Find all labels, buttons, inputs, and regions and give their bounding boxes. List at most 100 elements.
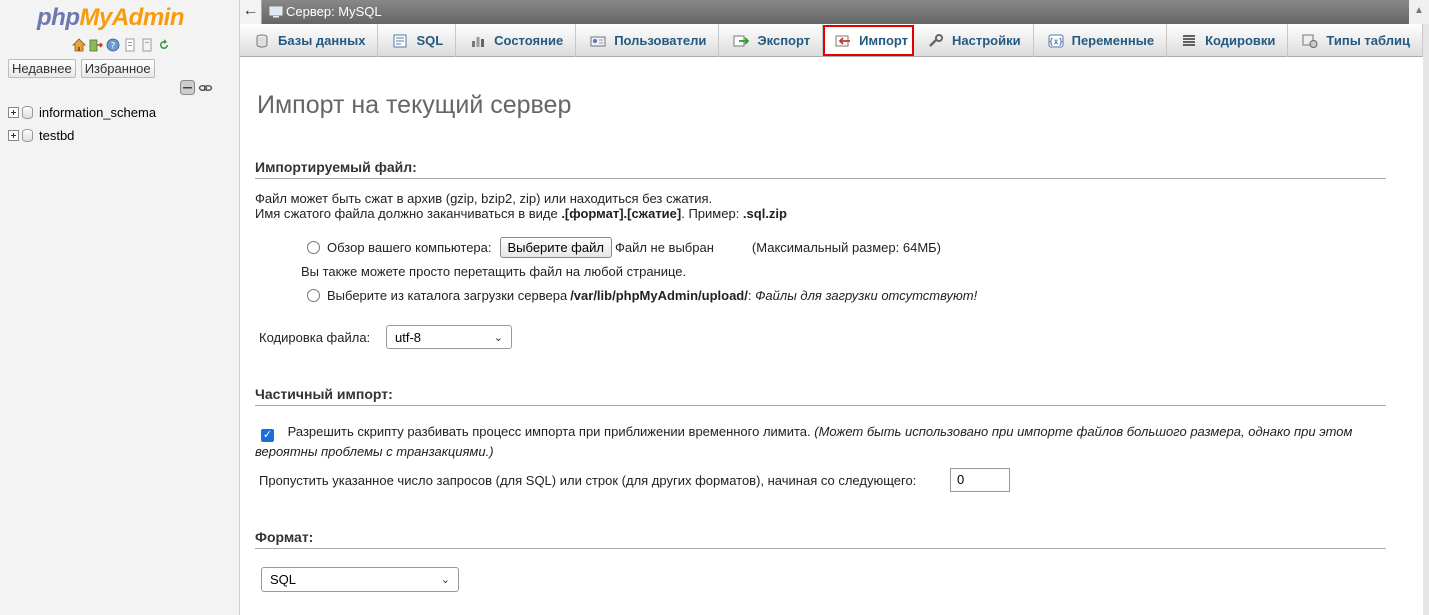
hint-format: .[формат].[сжатие] <box>561 206 682 221</box>
browse-row: Обзор вашего компьютера: Выберите файл Ф… <box>307 237 941 258</box>
allow-interrupt-hint: (Может быть использовано при импорте фай… <box>810 424 1353 439</box>
database-icon <box>254 34 270 48</box>
hint-prefix: Имя сжатого файла должно заканчиваться в… <box>255 206 562 221</box>
tab-settings[interactable]: Настройки <box>914 24 1034 57</box>
navigation-panel: phpMyAdmin ? Недавнее Избранное informat… <box>0 0 240 615</box>
partial-section-heading: Частичный импорт: <box>255 386 1386 406</box>
hint-middle: . Пример: <box>681 206 743 221</box>
skip-label: Пропустить указанное число запросов (для… <box>259 473 917 488</box>
allow-interrupt-hint-2: вероятны проблемы с транзакциями.) <box>255 444 494 459</box>
format-section-heading: Формат: <box>255 529 1386 549</box>
allow-interrupt-label: Разрешить скрипту разбивать процесс импо… <box>287 424 811 439</box>
collapse-all-icon[interactable] <box>180 80 195 98</box>
file-section-heading: Импортируемый файл: <box>255 159 1386 179</box>
sql-docs-icon[interactable] <box>123 38 137 52</box>
db-name[interactable]: testbd <box>39 128 74 143</box>
charset-label: Кодировка файла: <box>259 330 371 345</box>
import-icon <box>835 34 851 48</box>
tab-label: Импорт <box>859 33 909 48</box>
tab-label: SQL <box>416 33 444 48</box>
phpmyadmin-logo[interactable]: phpMyAdmin <box>37 4 184 32</box>
tree-controls <box>180 80 213 98</box>
tab-label: Переменные <box>1071 33 1155 48</box>
chevron-down-icon: ⌄ <box>440 574 450 586</box>
database-icon <box>22 106 33 119</box>
settings-page-icon[interactable] <box>140 38 154 52</box>
choose-file-button[interactable]: Выберите файл <box>499 237 612 258</box>
db-tree-item[interactable]: testbd <box>8 128 74 143</box>
tab-sql[interactable]: SQL <box>378 24 457 57</box>
skip-queries-input[interactable]: 0 <box>950 468 1010 492</box>
main-content: Импорт на текущий сервер Импортируемый ф… <box>241 57 1423 615</box>
tab-export[interactable]: Экспорт <box>719 24 824 57</box>
server-dir-label: Выберите из каталога загрузки сервера <box>327 288 568 303</box>
tab-label: Экспорт <box>757 33 811 48</box>
server-crumb-text[interactable]: Сервер: MySQL <box>286 4 382 19</box>
users-icon <box>590 34 606 48</box>
expand-icon[interactable] <box>8 130 19 141</box>
allow-interrupt-checkbox[interactable]: ✓ <box>261 429 274 442</box>
tab-label: Пользователи <box>614 33 707 48</box>
tab-variables[interactable]: {x} Переменные <box>1034 24 1168 57</box>
tab-charsets[interactable]: Кодировки <box>1167 24 1289 57</box>
tab-label: Базы данных <box>278 33 366 48</box>
link-with-main-icon[interactable] <box>198 80 213 98</box>
db-name[interactable]: information_schema <box>39 105 156 120</box>
favorite-tables-button[interactable]: Избранное <box>80 59 155 78</box>
hint-example: .sql.zip <box>742 206 787 221</box>
server-dir-empty: Файлы для загрузки отсутствуют! <box>755 288 978 303</box>
logo-php-text: php <box>37 4 80 31</box>
docs-icon[interactable]: ? <box>106 38 120 52</box>
top-breadcrumb-bar: ← Сервер: MySQL ▲ <box>240 0 1429 24</box>
tab-import[interactable]: Импорт <box>823 25 915 56</box>
tab-status[interactable]: Состояние <box>456 24 577 57</box>
database-icon <box>22 129 33 142</box>
svg-text:?: ? <box>111 42 116 52</box>
recent-tables-button[interactable]: Недавнее <box>8 59 76 78</box>
variables-icon: {x} <box>1048 34 1064 48</box>
reload-icon[interactable] <box>157 38 171 52</box>
chevron-down-icon: ⌄ <box>493 331 503 344</box>
page-scrollbar[interactable] <box>1423 24 1429 615</box>
logout-icon[interactable] <box>89 38 103 52</box>
tab-label: Кодировки <box>1205 33 1276 48</box>
server-dir-path: /var/lib/phpMyAdmin/upload/ <box>570 288 748 303</box>
db-tree-item[interactable]: information_schema <box>8 105 156 120</box>
tab-databases[interactable]: Базы данных <box>240 24 379 57</box>
nav-icon-bar: ? <box>72 38 171 52</box>
browse-label: Обзор вашего компьютера: <box>327 240 492 255</box>
recent-favorites-bar: Недавнее Избранное <box>8 59 155 78</box>
status-icon <box>470 34 486 48</box>
compression-hint: Файл может быть сжат в архив (gzip, bzip… <box>255 191 713 206</box>
compression-format-hint: Имя сжатого файла должно заканчиваться в… <box>255 206 787 221</box>
max-size-text: (Максимальный размер: 64МБ) <box>751 240 942 255</box>
tab-users[interactable]: Пользователи <box>576 24 720 57</box>
collapse-nav-arrow-icon[interactable]: ← <box>240 0 262 24</box>
scroll-up-icon[interactable]: ▲ <box>1409 0 1429 24</box>
charsets-icon <box>1181 34 1197 48</box>
svg-text:{x}: {x} <box>1048 37 1063 46</box>
allow-interrupt-row: ✓ Разрешить скрипту разбивать процесс им… <box>261 422 1391 442</box>
tab-engines[interactable]: Типы таблиц <box>1288 24 1423 57</box>
no-file-chosen-text: Файл не выбран <box>614 240 714 255</box>
server-tab-menu: Базы данных SQL Состояние Пользователи Э… <box>240 24 1423 57</box>
drag-hint: Вы также можете просто перетащить файл н… <box>301 264 687 279</box>
settings-icon <box>928 33 944 48</box>
format-select[interactable]: SQL ⌄ <box>261 567 459 592</box>
page-title: Импорт на текущий сервер <box>257 91 572 119</box>
charset-select[interactable]: utf-8 ⌄ <box>386 325 512 349</box>
server-dir-row: Выберите из каталога загрузки сервера /v… <box>307 288 977 303</box>
tab-label: Типы таблиц <box>1326 33 1410 48</box>
server-icon <box>269 6 283 17</box>
format-value: SQL <box>270 572 297 587</box>
allow-interrupt-hint-line2: вероятны проблемы с транзакциями.) <box>255 442 494 462</box>
tab-label: Настройки <box>952 33 1021 48</box>
browse-computer-radio[interactable] <box>307 241 320 254</box>
home-icon[interactable] <box>72 38 86 52</box>
breadcrumb[interactable]: Сервер: MySQL <box>269 4 382 19</box>
tab-label: Состояние <box>494 33 564 48</box>
logo-myadmin-text: MyAdmin <box>79 4 184 31</box>
server-dir-radio[interactable] <box>307 289 320 302</box>
expand-icon[interactable] <box>8 107 19 118</box>
sql-icon <box>392 34 408 48</box>
